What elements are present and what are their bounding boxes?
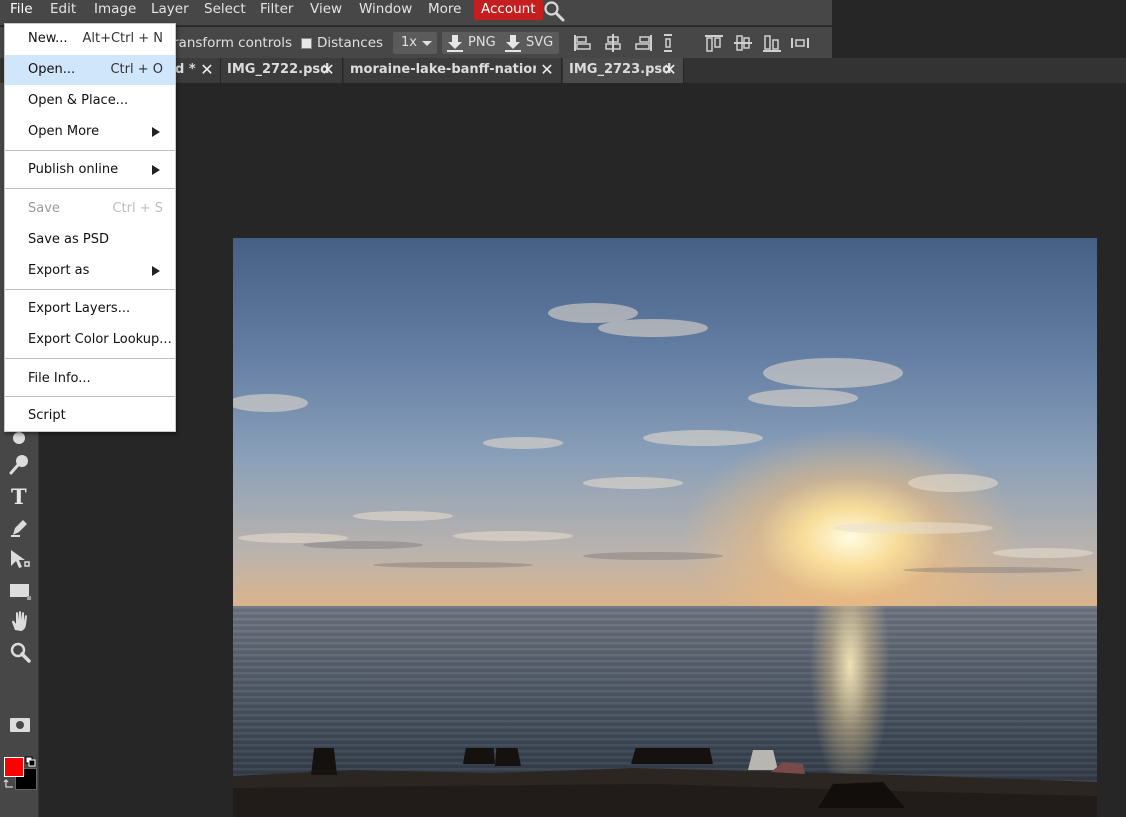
menu-item-label: File Info... [28, 371, 91, 386]
menu-separator [5, 188, 175, 189]
align-center-icon[interactable] [602, 32, 624, 54]
tab-img-2722[interactable]: IMG_2722.psd ✕ [221, 58, 343, 83]
menu-item-label: Save [28, 201, 60, 216]
rectangle-tool-icon[interactable] [8, 578, 32, 602]
export-scale-select[interactable]: 1x [393, 32, 437, 54]
distribute-vertical-icon[interactable] [789, 32, 811, 54]
shortcut-label: Ctrl + O [110, 62, 163, 77]
search-icon[interactable] [543, 0, 565, 22]
menu-separator [5, 150, 175, 151]
distribute-horizontal-icon[interactable] [660, 32, 682, 54]
file-menu-dropdown: New... Alt+Ctrl + N Open... Ctrl + O Ope… [4, 23, 176, 432]
download-icon [505, 35, 521, 52]
menu-item-file-info[interactable]: File Info... [5, 364, 175, 394]
submenu-arrow-icon [152, 266, 160, 276]
close-icon[interactable]: ✕ [320, 58, 336, 82]
menu-separator [5, 358, 175, 359]
tab-title: moraine-lake-banff-national [350, 62, 536, 77]
export-svg-label: SVG [526, 35, 554, 50]
distances-checkbox[interactable] [301, 38, 312, 49]
export-png-button[interactable]: PNG [442, 32, 502, 54]
swap-colors-icon[interactable] [3, 778, 15, 790]
shortcut-label: Ctrl + S [112, 201, 163, 216]
svg-text:T: T [11, 484, 27, 508]
menu-item-open-place[interactable]: Open & Place... [5, 86, 175, 116]
menu-item-label: Open & Place... [28, 93, 129, 108]
menu-file[interactable]: File [10, 0, 33, 20]
menu-window[interactable]: Window [359, 0, 412, 20]
path-select-tool-icon[interactable] [8, 547, 32, 571]
export-svg-button[interactable]: SVG [500, 32, 560, 54]
hand-tool-icon[interactable] [8, 609, 32, 633]
image-canvas[interactable] [233, 238, 1097, 817]
menu-layer[interactable]: Layer [151, 0, 189, 20]
menu-item-new[interactable]: New... Alt+Ctrl + N [5, 24, 175, 54]
align-top-icon[interactable] [703, 32, 725, 54]
quick-mask-icon[interactable] [8, 712, 32, 736]
menu-separator [5, 396, 175, 397]
menu-item-open[interactable]: Open... Ctrl + O [5, 55, 175, 85]
account-button[interactable]: Account [474, 0, 543, 20]
tab-title: IMG_2722.psd [227, 62, 330, 77]
clouds [233, 303, 1093, 573]
download-icon [447, 35, 463, 52]
shortcut-label: Alt+Ctrl + N [82, 31, 163, 46]
align-middle-icon[interactable] [732, 32, 754, 54]
align-left-icon[interactable] [571, 32, 593, 54]
menu-view[interactable]: View [310, 0, 342, 20]
menu-item-label: Publish online [28, 162, 119, 177]
submenu-arrow-icon [152, 165, 160, 175]
transform-controls-label[interactable]: ransform controls [173, 35, 292, 51]
menu-item-label: Open More [28, 124, 100, 139]
tab-title: d * [175, 62, 196, 77]
default-colors-icon[interactable] [25, 756, 37, 768]
smudge-tool-icon[interactable] [8, 452, 32, 476]
menu-item-script[interactable]: Script [5, 401, 175, 431]
foreground-color-swatch[interactable] [4, 757, 24, 777]
menu-item-label: Script [28, 408, 66, 423]
close-icon[interactable]: ✕ [199, 58, 215, 82]
menu-item-label: Save as PSD [28, 232, 110, 247]
close-icon[interactable]: ✕ [539, 58, 555, 82]
type-tool-icon[interactable]: T [8, 484, 32, 508]
menu-separator [5, 289, 175, 290]
menu-item-save: Save Ctrl + S [5, 194, 175, 224]
menu-item-export-color-lookup[interactable]: Export Color Lookup... [5, 325, 175, 355]
zoom-tool-icon[interactable] [8, 640, 32, 664]
pen-tool-icon[interactable] [8, 515, 32, 539]
menu-item-label: New... [28, 31, 68, 46]
rocky-shore-silhouettes [233, 748, 1097, 817]
tab-img-2723[interactable]: IMG_2723.psd ✕ [563, 58, 684, 83]
tab-title: IMG_2723.psd [569, 62, 672, 77]
align-right-icon[interactable] [633, 32, 655, 54]
menu-item-label: Export Layers... [28, 301, 131, 316]
menu-item-publish-online[interactable]: Publish online [5, 155, 175, 185]
menu-item-open-more[interactable]: Open More [5, 117, 175, 147]
menu-image[interactable]: Image [94, 0, 136, 20]
export-png-label: PNG [468, 35, 496, 50]
tab-document-1[interactable]: d * ✕ [175, 58, 221, 83]
menu-item-label: Export Color Lookup... [28, 332, 172, 347]
menu-more[interactable]: More [428, 0, 461, 20]
export-scale-value: 1x [401, 35, 417, 50]
menu-item-export-as[interactable]: Export as [5, 256, 175, 286]
menu-edit[interactable]: Edit [50, 0, 76, 20]
tab-moraine-lake[interactable]: moraine-lake-banff-national ✕ [344, 58, 562, 83]
menu-item-save-as-psd[interactable]: Save as PSD [5, 225, 175, 255]
menu-select[interactable]: Select [204, 0, 246, 20]
distances-label: Distances [317, 35, 384, 51]
chevron-down-icon [422, 41, 432, 46]
menu-item-label: Export as [28, 263, 90, 278]
menu-item-label: Open... [28, 62, 76, 77]
menu-item-export-layers[interactable]: Export Layers... [5, 294, 175, 324]
submenu-arrow-icon [152, 127, 160, 137]
menu-filter[interactable]: Filter [260, 0, 293, 20]
close-icon[interactable]: ✕ [662, 58, 678, 82]
align-bottom-icon[interactable] [761, 32, 783, 54]
